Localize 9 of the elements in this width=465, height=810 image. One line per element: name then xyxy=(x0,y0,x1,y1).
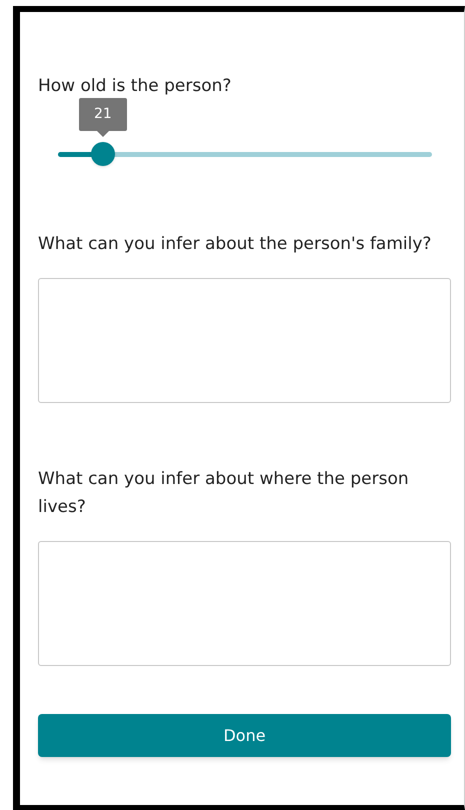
answer-box[interactable] xyxy=(38,541,451,666)
question-label: What can you infer about where the person lives? xyxy=(38,468,410,519)
value-tooltip: 21 xyxy=(78,98,127,138)
question-label: What can you infer about the person's family? xyxy=(38,233,432,256)
done-button[interactable]: Done xyxy=(38,714,451,757)
slider-track[interactable] xyxy=(58,152,432,157)
question-label: How old is the person? xyxy=(38,75,232,98)
answer-box[interactable] xyxy=(38,278,451,403)
slider-thumb[interactable] xyxy=(90,142,115,166)
